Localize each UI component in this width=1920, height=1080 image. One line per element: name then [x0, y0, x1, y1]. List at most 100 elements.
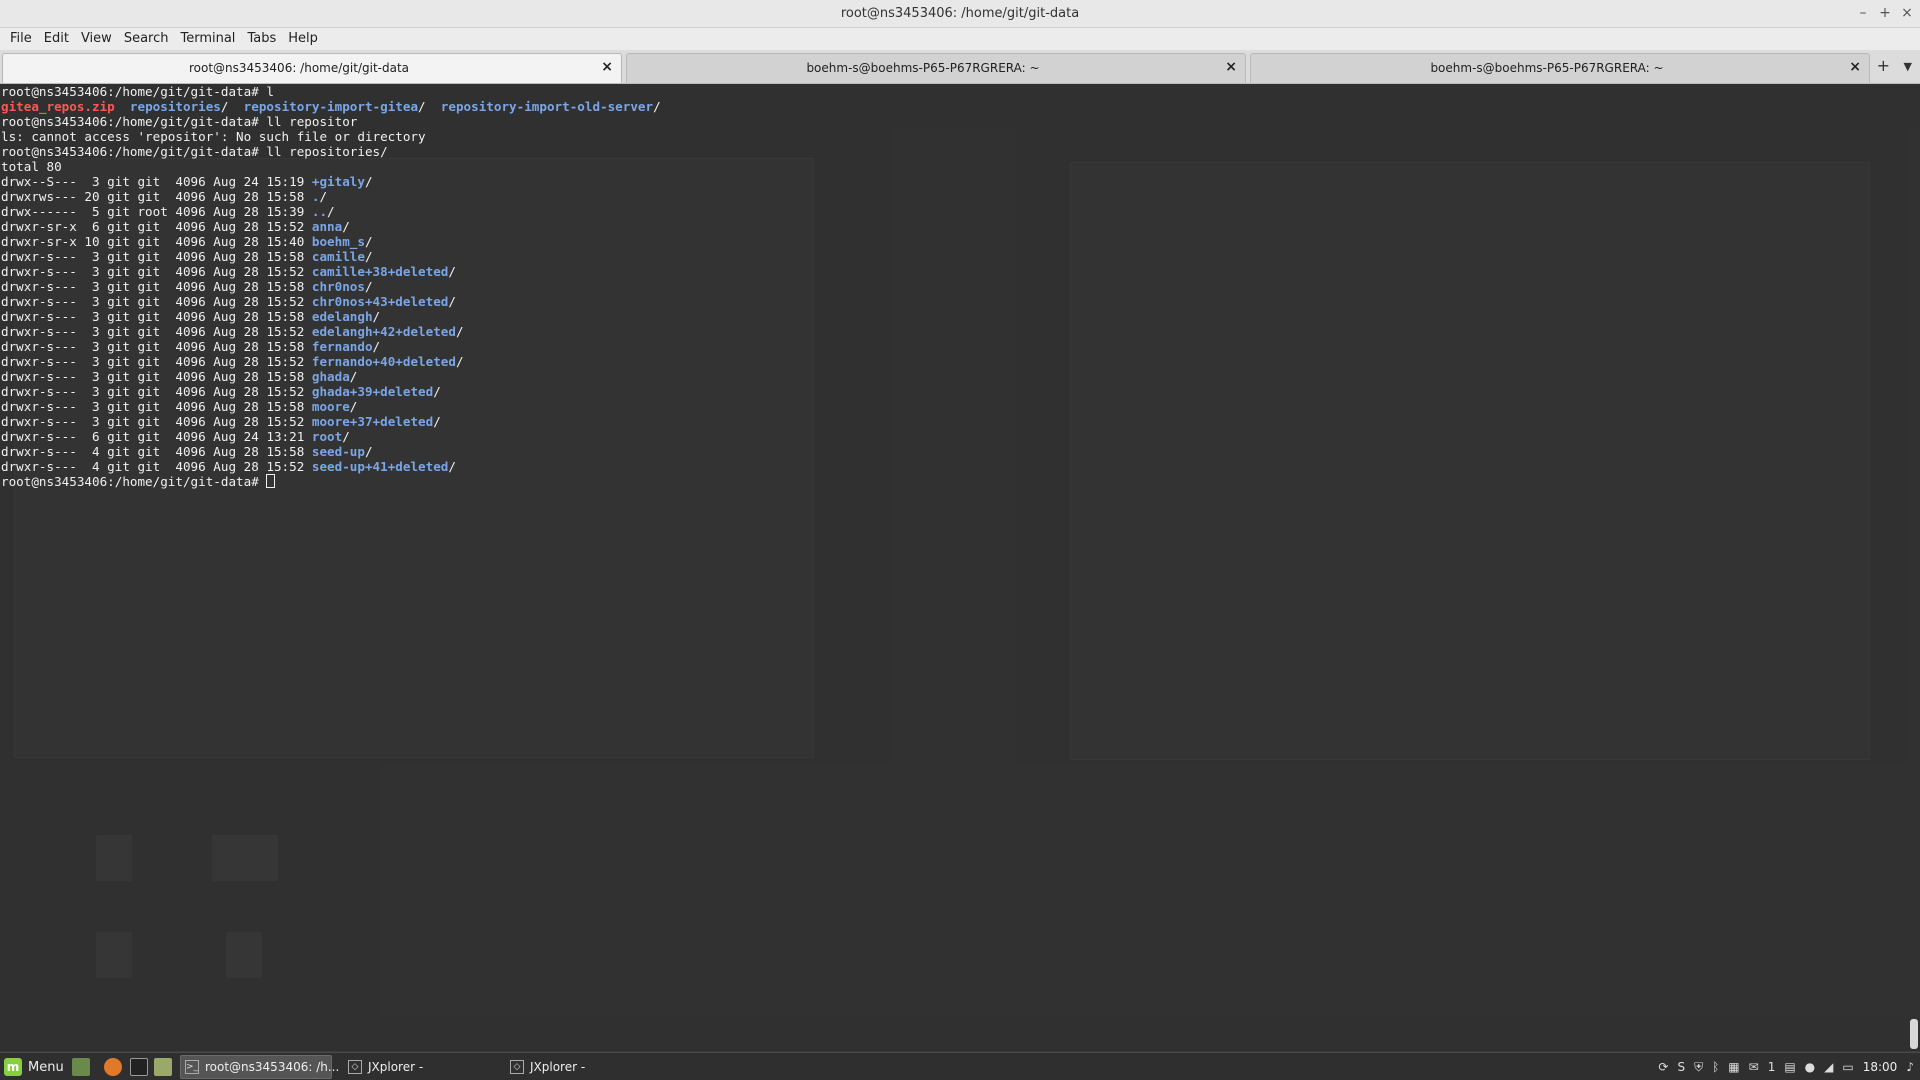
maximize-icon[interactable]: + — [1876, 4, 1894, 22]
system-tray: ⟳ S ⛨ ᛒ ▦ ✉ 1 ▤ ● ◢ ▭ 18:00 ♪ — [1658, 1057, 1914, 1077]
close-tab-icon[interactable]: × — [601, 59, 613, 75]
terminal-view[interactable]: root@ns3453406:/home/git/git-data# l gite… — [0, 84, 1920, 1051]
tab-list-dropdown-icon[interactable]: ▼ — [1904, 60, 1912, 73]
terminal-text: / — [433, 414, 441, 429]
directory-name: ghada — [311, 369, 350, 384]
terminal-text: / — [349, 369, 358, 384]
shield-icon[interactable]: ⛨ — [1694, 1060, 1703, 1075]
tab-terminal-2[interactable]: boehm-s@boehms-P65-P67RGRERA: ~ × — [626, 53, 1246, 83]
directory-name: seed-up — [311, 444, 365, 459]
notifications-count: 1 — [1767, 1060, 1776, 1074]
terminal-text: drwxr-s--- 3 git git 4096 Aug 28 15:58 — [1, 309, 312, 324]
clock[interactable]: 18:00 — [1863, 1060, 1898, 1074]
new-tab-icon[interactable]: + — [1877, 56, 1890, 75]
terminal-line: ls: cannot access 'repositor': No such f… — [1, 129, 661, 144]
directory-name: camille — [311, 249, 365, 264]
notifications-icon[interactable]: ✉ — [1749, 1060, 1759, 1074]
terminal-line: drwxr-sr-x 6 git git 4096 Aug 28 15:52 a… — [1, 219, 661, 234]
terminal-text: / — [364, 174, 373, 189]
terminal-line: drwxr-s--- 3 git git 4096 Aug 28 15:52 f… — [1, 354, 661, 369]
terminal-text: drwxr-s--- 6 git git 4096 Aug 24 13:21 — [1, 429, 312, 444]
directory-name: fernando — [311, 339, 373, 354]
terminal-text: / — [372, 309, 381, 324]
directory-name: moore — [311, 399, 350, 414]
taskbar-item-jxplorer-1[interactable]: ◇ JXplorer - — [344, 1055, 494, 1079]
bluetooth-icon[interactable]: ᛒ — [1712, 1060, 1719, 1074]
terminal-text: / — [455, 324, 464, 339]
terminal-scrollbar[interactable] — [1910, 1019, 1918, 1049]
terminal-text: drwxr-s--- 3 git git 4096 Aug 28 15:52 — [1, 264, 312, 279]
user-icon[interactable]: ● — [1805, 1060, 1815, 1074]
terminal-line: drwxr-s--- 6 git git 4096 Aug 24 13:21 r… — [1, 429, 661, 444]
skype-icon[interactable]: S — [1677, 1060, 1685, 1074]
terminal-text: drwx------ 5 git root 4096 Aug 28 15:39 — [1, 204, 312, 219]
terminal-output: root@ns3453406:/home/git/git-data# l gite… — [1, 84, 661, 489]
terminal-text: root@ns3453406:/home/git/git-data# — [1, 474, 267, 489]
terminal-line: drwxr-s--- 3 git git 4096 Aug 28 15:52 c… — [1, 294, 661, 309]
minimize-icon[interactable]: – — [1854, 4, 1872, 22]
terminal-text: drwxr-s--- 3 git git 4096 Aug 28 15:58 — [1, 339, 312, 354]
clipboard-icon[interactable]: ▤ — [1784, 1060, 1795, 1074]
menu-view[interactable]: View — [75, 28, 118, 50]
mint-logo-icon: m — [4, 1058, 22, 1076]
directory-name: .. — [311, 204, 328, 219]
terminal-text: drwxr-sr-x 6 git git 4096 Aug 28 15:52 — [1, 219, 312, 234]
taskbar-item-jxplorer-2[interactable]: ◇ JXplorer - — [506, 1055, 656, 1079]
terminal-text: / — [448, 294, 456, 309]
firefox-icon[interactable] — [104, 1058, 122, 1076]
terminal-line: drwx--S--- 3 git git 4096 Aug 24 15:19 +… — [1, 174, 661, 189]
directory-name: repository-import-gitea — [243, 99, 419, 114]
close-tab-icon[interactable]: × — [1225, 59, 1237, 75]
update-manager-icon[interactable]: ⟳ — [1658, 1060, 1668, 1074]
tab-bar: root@ns3453406: /home/git/git-data × boe… — [0, 50, 1920, 84]
menu-help[interactable]: Help — [282, 28, 324, 50]
network-icon[interactable]: ◢ — [1824, 1060, 1833, 1074]
terminal-text: drwxr-sr-x 10 git git 4096 Aug 28 15:40 — [1, 234, 312, 249]
terminal-text: / — [433, 384, 441, 399]
terminal-line: root@ns3453406:/home/git/git-data# ll re… — [1, 144, 661, 159]
battery-icon[interactable]: ▭ — [1842, 1060, 1853, 1074]
window-titlebar: root@ns3453406: /home/git/git-data – + × — [0, 0, 1920, 28]
tab-terminal-3[interactable]: boehm-s@boehms-P65-P67RGRERA: ~ × — [1250, 53, 1870, 83]
volume-icon[interactable]: ♪ — [1906, 1060, 1914, 1074]
terminal-line: drwxr-s--- 3 git git 4096 Aug 28 15:52 m… — [1, 414, 661, 429]
terminal-line: drwxr-s--- 3 git git 4096 Aug 28 15:52 g… — [1, 384, 661, 399]
terminal-text: drwxr-s--- 3 git git 4096 Aug 28 15:52 — [1, 414, 312, 429]
tab-terminal-1[interactable]: root@ns3453406: /home/git/git-data × — [2, 53, 622, 83]
terminal-text: / — [342, 429, 350, 444]
taskbar-item-label: root@ns3453406: /h... — [205, 1060, 340, 1074]
terminal-text: / — [327, 204, 335, 219]
taskbar-item-label: JXplorer - — [530, 1060, 586, 1074]
tab-label: boehm-s@boehms-P65-P67RGRERA: ~ — [1430, 61, 1664, 75]
directory-name: chr0nos+43+deleted — [311, 294, 449, 309]
terminal-line: drwxr-s--- 3 git git 4096 Aug 28 15:58 e… — [1, 309, 661, 324]
menu-tabs[interactable]: Tabs — [241, 28, 282, 50]
terminal-text: root@ns3453406:/home/git/git-data# ll re… — [1, 114, 358, 129]
taskbar-item-terminal[interactable]: >_ root@ns3453406: /h... — [180, 1055, 339, 1079]
terminal-text: drwxr-s--- 3 git git 4096 Aug 28 15:52 — [1, 324, 312, 339]
close-icon[interactable]: × — [1898, 4, 1916, 22]
terminal-text: drwxr-s--- 3 git git 4096 Aug 28 15:58 — [1, 249, 312, 264]
terminal-line: drwx------ 5 git root 4096 Aug 28 15:39 … — [1, 204, 661, 219]
menu-file[interactable]: File — [4, 28, 38, 50]
terminal-line: root@ns3453406:/home/git/git-data# — [1, 474, 661, 489]
terminal-text: / — [364, 249, 373, 264]
menu-search[interactable]: Search — [118, 28, 175, 50]
menu-terminal[interactable]: Terminal — [174, 28, 241, 50]
files-icon[interactable] — [154, 1058, 172, 1076]
terminal-line: drwxr-s--- 4 git git 4096 Aug 28 15:52 s… — [1, 459, 661, 474]
start-menu-button[interactable]: m Menu — [4, 1057, 64, 1077]
tab-label: boehm-s@boehms-P65-P67RGRERA: ~ — [806, 61, 1040, 75]
show-desktop-icon[interactable] — [72, 1058, 90, 1076]
menu-edit[interactable]: Edit — [38, 28, 75, 50]
terminal-line: drwxr-s--- 3 git git 4096 Aug 28 15:58 g… — [1, 369, 661, 384]
terminal-line: drwxrws--- 20 git git 4096 Aug 28 15:58 … — [1, 189, 661, 204]
keyboard-layout-flag-icon[interactable]: ▦ — [1728, 1060, 1739, 1074]
directory-name: chr0nos — [311, 279, 365, 294]
terminal-text: drwxr-s--- 3 git git 4096 Aug 28 15:58 — [1, 399, 312, 414]
window-title: root@ns3453406: /home/git/git-data — [840, 6, 1080, 21]
close-tab-icon[interactable]: × — [1849, 59, 1861, 75]
terminal-line: drwxr-sr-x 10 git git 4096 Aug 28 15:40 … — [1, 234, 661, 249]
terminal-icon[interactable] — [130, 1058, 148, 1076]
